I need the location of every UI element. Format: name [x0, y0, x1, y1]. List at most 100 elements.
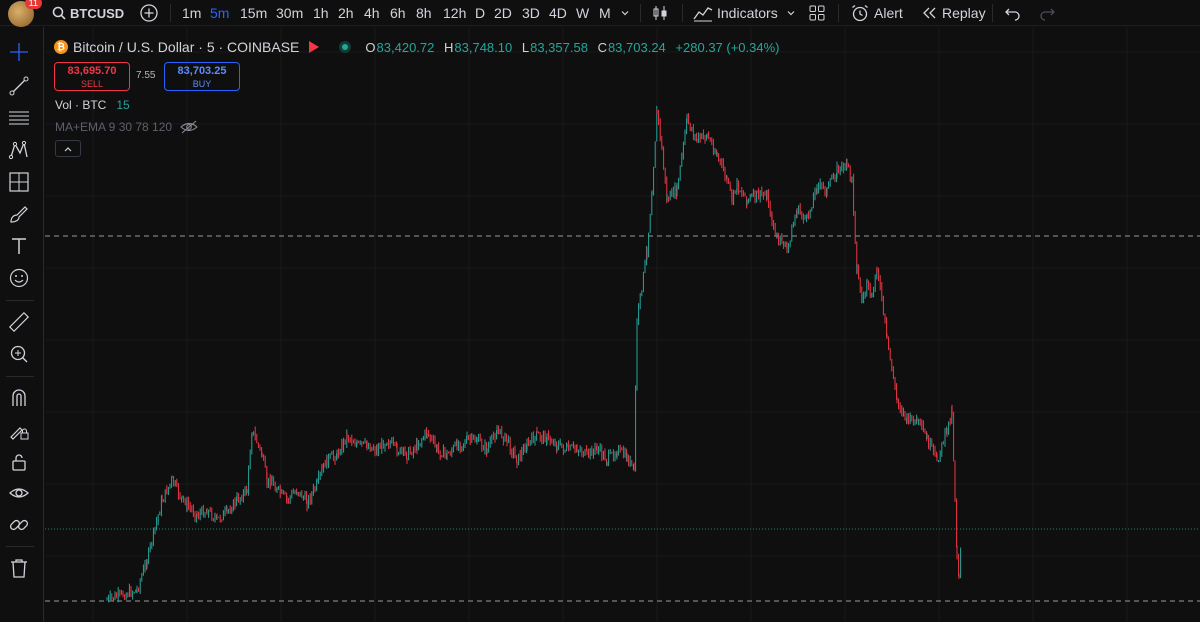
compare-symbol-button[interactable] [139, 4, 159, 22]
layout-button[interactable] [808, 4, 826, 22]
eye-off-icon[interactable] [180, 120, 198, 134]
candles-icon [653, 6, 667, 20]
chevron-down-icon [787, 11, 795, 16]
notification-badge: 11 [24, 0, 42, 9]
ohlc-values: O83,420.72 H83,748.10 L83,357.58 C83,703… [365, 39, 780, 55]
interval-12h[interactable]: 12h [443, 4, 466, 22]
brush-tool[interactable] [8, 203, 30, 225]
crosshair-tool[interactable] [8, 41, 30, 63]
trendline-tool[interactable] [8, 75, 30, 97]
interval-1h[interactable]: 1h [313, 4, 329, 22]
chart-type-button[interactable] [651, 4, 669, 22]
spread-value: 7.55 [136, 70, 156, 81]
interval-6h[interactable]: 6h [390, 4, 406, 22]
projection-icon [9, 172, 29, 192]
lock-tool[interactable] [8, 451, 30, 473]
lock-icon [12, 454, 26, 471]
interval-2D[interactable]: 2D [494, 4, 512, 22]
buy-button[interactable]: 83,703.25 BUY [164, 62, 240, 91]
chart-legend: ₿ Bitcoin / U.S. Dollar · 5 · COINBASE O… [54, 39, 780, 55]
drawing-toolbar [0, 27, 44, 622]
alert-button[interactable]: Alert [850, 4, 903, 22]
interval-2h[interactable]: 2h [338, 4, 354, 22]
interval-8h[interactable]: 8h [416, 4, 432, 22]
high-value: 83,748.10 [454, 39, 513, 55]
interval-dropdown-button[interactable] [620, 4, 630, 22]
redo-button[interactable] [1038, 4, 1056, 22]
interval-4D[interactable]: 4D [549, 4, 567, 22]
ma-legend[interactable]: MA+EMA 9 30 78 120 [55, 120, 198, 134]
symbol-title[interactable]: Bitcoin / U.S. Dollar · 5 · COINBASE [73, 39, 299, 55]
interval-30m[interactable]: 30m [276, 4, 303, 22]
link-icon [9, 519, 29, 531]
magnet-tool[interactable] [8, 387, 30, 409]
top-toolbar: 11 BTCUSD 1m 5m 15m 30m 1h 2h 4h 6h 8h 12h D 2D 3D 4D… [0, 0, 1200, 27]
volume-legend[interactable]: Vol · BTC 15 [55, 98, 130, 112]
buy-label: BUY [192, 79, 212, 89]
indicator-templates-button[interactable] [786, 4, 796, 22]
ruler-tool[interactable] [8, 311, 30, 333]
divider [682, 4, 683, 22]
interval-1m[interactable]: 1m [182, 4, 201, 22]
emoji-tool[interactable] [8, 267, 30, 289]
visibility-tool[interactable] [8, 482, 30, 504]
undo-button[interactable] [1004, 4, 1022, 22]
interval-5m[interactable]: 5m [210, 4, 229, 22]
projection-tool[interactable] [8, 171, 30, 193]
alarm-clock-icon [852, 4, 868, 22]
trendline-icon [9, 76, 29, 96]
redo-icon [1040, 8, 1055, 21]
sell-label: SELL [80, 79, 104, 89]
link-tool[interactable] [8, 514, 30, 536]
lock-draw-icon [10, 427, 29, 440]
low-value: 83,357.58 [530, 39, 588, 55]
grid-layout-icon [809, 5, 825, 21]
symbol-search-button[interactable]: BTCUSD [52, 4, 124, 22]
chevron-up-icon [64, 146, 72, 151]
divider [640, 4, 641, 22]
divider [992, 4, 993, 22]
magnet-icon [12, 389, 26, 406]
fib-tool[interactable] [8, 107, 30, 129]
crosshair-icon [10, 43, 28, 61]
ma-label: MA+EMA 9 30 78 120 [55, 120, 173, 134]
pattern-icon [8, 140, 28, 160]
replay-label: Replay [942, 5, 986, 21]
divider [6, 376, 34, 377]
chevron-down-icon [621, 11, 629, 16]
user-avatar[interactable]: 11 [8, 0, 42, 27]
interval-W[interactable]: W [576, 4, 589, 22]
rewind-icon [923, 7, 936, 19]
remove-drawings-tool[interactable] [8, 557, 30, 579]
text-icon [12, 238, 26, 254]
replay-button[interactable]: Replay [920, 4, 986, 22]
interval-3D[interactable]: 3D [522, 4, 540, 22]
indicators-icon [693, 7, 713, 22]
indicators-button[interactable]: Indicators [693, 4, 778, 22]
lock-drawings-tool[interactable] [8, 419, 30, 441]
text-tool[interactable] [8, 235, 30, 257]
change-value: +280.37 (+0.34%) [675, 39, 780, 55]
eye-icon [9, 488, 29, 498]
sell-price: 83,695.70 [67, 65, 117, 77]
chart-pane[interactable] [45, 27, 1200, 622]
add-circle-icon [140, 4, 158, 22]
ruler-icon [8, 311, 30, 333]
interval-M[interactable]: M [599, 4, 611, 22]
interval-D[interactable]: D [475, 4, 485, 22]
brush-icon [10, 206, 28, 223]
market-status-icon[interactable] [339, 41, 352, 53]
flag-icon[interactable] [309, 41, 320, 53]
undo-icon [1005, 8, 1020, 21]
interval-15m[interactable]: 15m [240, 4, 267, 22]
alert-label: Alert [874, 5, 903, 21]
sell-button[interactable]: 83,695.70 SELL [54, 62, 130, 91]
divider [6, 300, 34, 301]
collapse-legend-button[interactable] [55, 140, 81, 157]
divider [170, 4, 171, 22]
pattern-tool[interactable] [8, 139, 30, 161]
open-value: 83,420.72 [376, 39, 435, 55]
price-chart[interactable] [45, 27, 1200, 622]
interval-4h[interactable]: 4h [364, 4, 380, 22]
zoom-tool[interactable] [8, 343, 30, 365]
